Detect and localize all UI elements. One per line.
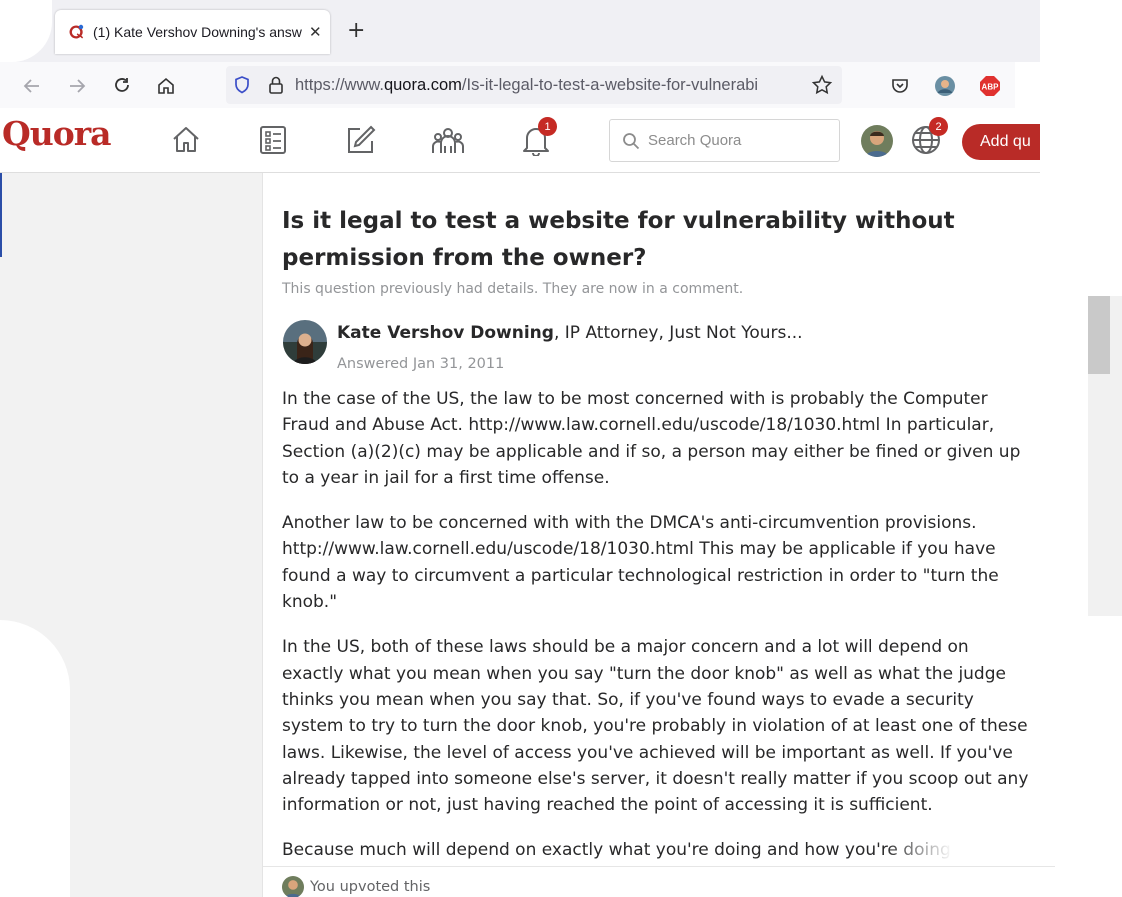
browser-navigation-bar: https://www.quora.com/Is-it-legal-to-tes…	[0, 62, 1015, 109]
url-path: /Is-it-legal-to-test-a-website-for-vulne…	[461, 75, 759, 94]
right-column-partial	[1088, 296, 1122, 616]
following-feed-icon[interactable]	[253, 122, 293, 158]
quora-logo[interactable]: Quora	[2, 114, 112, 153]
answer-page-main: Is it legal to test a website for vulner…	[263, 173, 1055, 897]
answer-paragraph: Another law to be concerned with with th…	[282, 513, 999, 613]
author-name[interactable]: Kate Vershov Downing	[337, 323, 554, 343]
tracking-protection-shield-icon[interactable]	[232, 75, 252, 95]
screenshot-canvas: (1) Kate Vershov Downing's answ ✕ + http…	[0, 0, 1122, 897]
upvoted-status: You upvoted this	[282, 876, 430, 897]
lock-icon[interactable]	[267, 75, 285, 95]
back-arrow-icon[interactable]	[18, 72, 46, 100]
new-tab-plus-icon[interactable]: +	[347, 18, 365, 43]
home-nav-icon[interactable]	[166, 122, 206, 158]
author-avatar[interactable]	[283, 320, 327, 364]
answer-paragraph: In the case of the US, the law to be mos…	[282, 389, 1021, 488]
pocket-icon[interactable]	[886, 72, 914, 100]
upvoted-label: You upvoted this	[310, 879, 431, 895]
adblock-plus-icon[interactable]: ABP	[976, 72, 1004, 100]
question-note: This question previously had details. Th…	[282, 281, 744, 297]
home-icon[interactable]	[152, 72, 180, 100]
tab-close-icon[interactable]: ✕	[309, 23, 322, 41]
account-avatar-icon[interactable]	[931, 72, 959, 100]
tab-title: (1) Kate Vershov Downing's answ	[93, 24, 302, 40]
url-prefix: https://www.	[295, 75, 384, 94]
answered-date[interactable]: Answered Jan 31, 2011	[337, 356, 504, 372]
browser-tab-strip: (1) Kate Vershov Downing's answ ✕ +	[0, 0, 1122, 62]
torn-edge-nav	[1015, 62, 1045, 108]
author-line: Kate Vershov Downing, IP Attorney, Just …	[337, 323, 803, 343]
browser-tab[interactable]: (1) Kate Vershov Downing's answ ✕	[55, 10, 330, 54]
url-bar[interactable]: https://www.quora.com/Is-it-legal-to-tes…	[226, 66, 842, 104]
svg-text:ABP: ABP	[982, 83, 1000, 92]
forward-arrow-icon[interactable]	[63, 72, 91, 100]
upvote-status-bar: You upvoted this	[263, 866, 1055, 897]
url-text[interactable]: https://www.quora.com/Is-it-legal-to-tes…	[295, 76, 803, 95]
bookmark-star-icon[interactable]	[811, 74, 833, 96]
torn-edge-bottom-right	[1055, 616, 1122, 897]
text-fade-overlay	[885, 820, 1055, 866]
add-question-button[interactable]: Add qu	[962, 124, 1042, 160]
question-title[interactable]: Is it legal to test a website for vulner…	[282, 203, 982, 277]
upvoter-avatar	[282, 876, 304, 897]
quora-favicon-icon	[67, 23, 85, 41]
answer-paragraph: In the US, both of these laws should be …	[282, 637, 1029, 816]
torn-edge-bottom-left	[0, 620, 70, 897]
spaces-icon[interactable]	[428, 122, 468, 158]
profile-avatar[interactable]	[861, 125, 893, 157]
author-credential: , IP Attorney, Just Not Yours...	[553, 323, 803, 343]
reload-icon[interactable]	[108, 72, 136, 100]
sidebar-accent-bar	[0, 173, 2, 257]
url-host: quora.com	[383, 75, 462, 94]
torn-edge-top-right	[1040, 0, 1122, 280]
notifications-badge: 1	[538, 117, 557, 136]
languages-badge: 2	[929, 117, 948, 136]
search-box[interactable]	[609, 119, 840, 162]
search-input[interactable]	[646, 131, 830, 150]
quora-header: Quora 1 2 Add qu	[0, 108, 1042, 173]
scrollbar-thumb[interactable]	[1088, 296, 1110, 374]
answer-edit-icon[interactable]	[341, 122, 381, 158]
search-icon	[622, 132, 640, 150]
